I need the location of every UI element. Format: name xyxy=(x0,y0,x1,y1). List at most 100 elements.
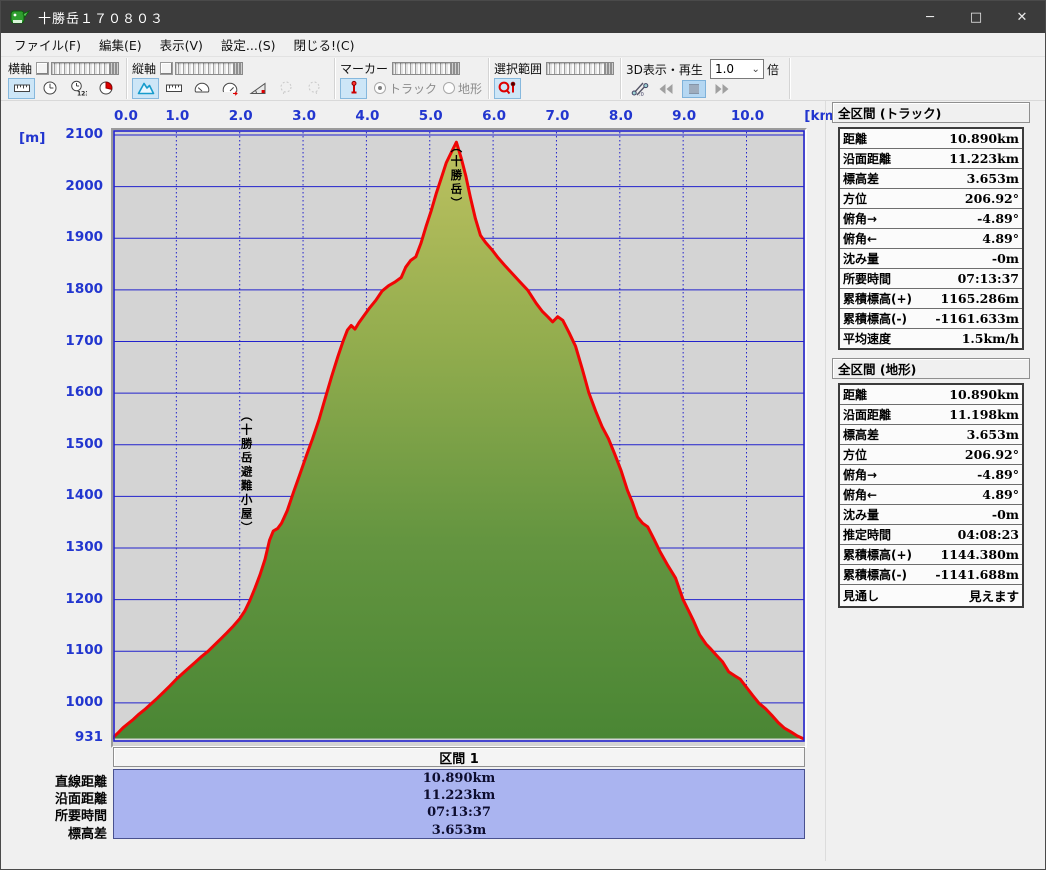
stats-row: 沈み量 -0m xyxy=(839,248,1023,269)
svg-text::0: :0 xyxy=(639,92,644,97)
section-value-1: 11.223km xyxy=(422,788,496,804)
stats-row: 沿面距離 11.223km xyxy=(839,148,1023,169)
marker-terrain-radio-label: 地形 xyxy=(458,81,483,96)
slope-icon xyxy=(248,82,265,94)
gauge-icon xyxy=(194,82,209,93)
y-tick-1400: 1400 xyxy=(65,487,103,504)
y-axis-slope-button[interactable] xyxy=(244,78,271,99)
clock-pie-icon xyxy=(99,81,112,95)
stats-label-1-4: 俯角→ xyxy=(839,464,923,485)
stats-value-0-10: 1.5km/h xyxy=(922,328,1023,349)
stats-label-0-6: 沈み量 xyxy=(839,248,923,269)
3d-view-button[interactable]: :0 xyxy=(626,79,653,100)
stats-row: 推定時間 04:08:23 xyxy=(839,524,1023,545)
y-axis-balloon-button-2 xyxy=(300,78,327,99)
x-tick-6.0: 6.0 xyxy=(482,108,507,124)
stats-label-0-1: 沿面距離 xyxy=(839,148,923,169)
close-button[interactable]: ✕ xyxy=(999,1,1045,33)
x-axis-scale-button[interactable] xyxy=(36,62,50,75)
section-header-label: 区間 1 xyxy=(439,751,479,767)
stats-row: 累積標高(-) -1161.633m xyxy=(839,308,1023,329)
menu-item-1[interactable]: 編集(E) xyxy=(90,32,151,57)
y-axis-speed-button[interactable] xyxy=(188,78,215,99)
y-axis-tick-labels: 2100 2000 1900 1800 1700 1600 1500 1400 1300 1200… xyxy=(1,126,107,748)
y-axis-scale-button[interactable] xyxy=(160,62,174,75)
stats-row: 方位 206.92° xyxy=(839,188,1023,209)
x-axis-scale-slider[interactable] xyxy=(51,62,120,75)
y-tick-1500: 1500 xyxy=(65,435,103,452)
stats-label-1-1: 沿面距離 xyxy=(839,404,923,425)
menu-item-0[interactable]: ファイル(F) xyxy=(5,32,90,57)
window-title: 十勝岳１７０８０３ xyxy=(38,11,165,27)
stats-label-1-6: 沈み量 xyxy=(839,504,923,525)
marker-group-label: マーカー xyxy=(340,62,389,76)
y-axis-pace-button[interactable] xyxy=(216,78,243,99)
radio-circle-icon xyxy=(443,82,456,94)
stats-label-1-9: 累積標高(-) xyxy=(839,564,923,585)
stats-value-1-6: -0m xyxy=(922,504,1023,525)
stats-row: 見通し 見えます xyxy=(839,584,1023,607)
stats-value-0-0: 10.890km xyxy=(949,131,1019,146)
stats-label-0-3: 方位 xyxy=(839,188,923,209)
x-axis-tick-labels: 0.0 1.0 2.0 3.0 4.0 5.0 6.0 7.0 8.0 9.0 10.0 [km] xyxy=(114,108,840,124)
x-axis-time-number-button[interactable]: 123 xyxy=(64,78,91,99)
chevron-down-icon: ⌄ xyxy=(751,63,760,75)
selection-group-label: 選択範囲 xyxy=(494,62,543,76)
app-icon xyxy=(10,10,30,24)
y-axis-elevation-button[interactable] xyxy=(132,77,159,99)
y-tick-1000: 1000 xyxy=(65,693,103,710)
stats-value-1-2: 3.653m xyxy=(922,424,1023,445)
y-axis-scale-slider[interactable] xyxy=(175,62,244,75)
y-tick-1300: 1300 xyxy=(65,539,103,555)
rewind-button[interactable] xyxy=(654,80,678,98)
stats-value-0-4: -4.89° xyxy=(922,208,1023,229)
menu-item-2[interactable]: 表示(V) xyxy=(151,32,212,57)
x-tick-1.0: 1.0 xyxy=(165,108,190,124)
stats-value-0-8: 1165.286m xyxy=(922,288,1023,309)
marker-terrain-radio[interactable]: 地形 xyxy=(443,80,482,97)
marker-track-radio[interactable]: トラック xyxy=(374,80,437,97)
stats-track-group-title: 全区間 (トラック) xyxy=(832,102,1030,123)
mountain-icon xyxy=(137,82,154,95)
rewind-icon xyxy=(659,84,673,94)
x-axis-distance-button[interactable] xyxy=(8,77,35,99)
section-header: 区間 1 xyxy=(113,747,805,767)
stats-label-1-2: 標高差 xyxy=(839,424,923,445)
stats-row: 所要時間 07:13:37 xyxy=(839,268,1023,289)
stop-button[interactable] xyxy=(682,80,707,98)
stats-value-1-0: 10.890km xyxy=(949,387,1019,402)
x-tick-2.0: 2.0 xyxy=(228,108,253,124)
clock-123-icon: 123 xyxy=(70,80,87,96)
minimize-button[interactable]: ─ xyxy=(907,1,953,33)
maximize-button[interactable]: □ xyxy=(953,1,999,33)
toolbar-group-x-axis: 横軸 123 xyxy=(3,58,127,99)
menu-item-3[interactable]: 設定...(S) xyxy=(212,32,285,57)
selection-range-button[interactable] xyxy=(494,77,522,99)
ruler-icon xyxy=(13,84,30,92)
play-forward-button[interactable] xyxy=(710,80,734,98)
marker-pin-button[interactable] xyxy=(340,77,367,99)
stats-value-0-9: -1161.633m xyxy=(922,308,1023,329)
y-tick-1200: 1200 xyxy=(65,590,103,607)
menu-item-4[interactable]: 閉じる!(C) xyxy=(285,32,364,57)
y-axis-distance-button[interactable] xyxy=(160,78,187,99)
y-axis-balloon-button-1 xyxy=(272,78,299,99)
section-label-3: 標高差 xyxy=(67,826,107,842)
x-axis-duration-button[interactable] xyxy=(92,78,119,99)
x-axis-time-button[interactable] xyxy=(36,78,63,99)
section-value-0: 10.890km xyxy=(422,771,496,787)
graph-main-area: [m] 0.0 1.0 2.0 3.0 4.0 5.0 6.0 7.0 8.0 9.0 10.0 [k… xyxy=(1,101,1045,869)
marker-slider[interactable] xyxy=(392,62,461,75)
balloon-disabled-icon xyxy=(280,81,291,96)
stats-panel: 全区間 (トラック) 距離 10.890km 沿面距離 11.223km 標高差 3.65… xyxy=(832,102,1030,858)
x-tick-0.0: 0.0 xyxy=(114,108,138,124)
menu-bar: ファイル(F) 編集(E) 表示(V) 設定...(S) 閉じる!(C) xyxy=(1,33,1045,57)
stats-label-1-7: 推定時間 xyxy=(839,524,923,545)
stats-label-1-3: 方位 xyxy=(839,444,923,465)
elevation-profile-chart[interactable]: ︵十勝岳︶ ︵十勝岳避難小屋︶ xyxy=(111,130,805,742)
selection-slider[interactable] xyxy=(546,62,615,75)
playback-group-label: 3D表示・再生 xyxy=(626,62,703,77)
stats-value-1-10: 見えます xyxy=(922,584,1023,607)
stats-value-0-7: 07:13:37 xyxy=(922,268,1023,289)
playback-speed-combobox[interactable]: 1.0 ⌄ xyxy=(709,59,764,79)
